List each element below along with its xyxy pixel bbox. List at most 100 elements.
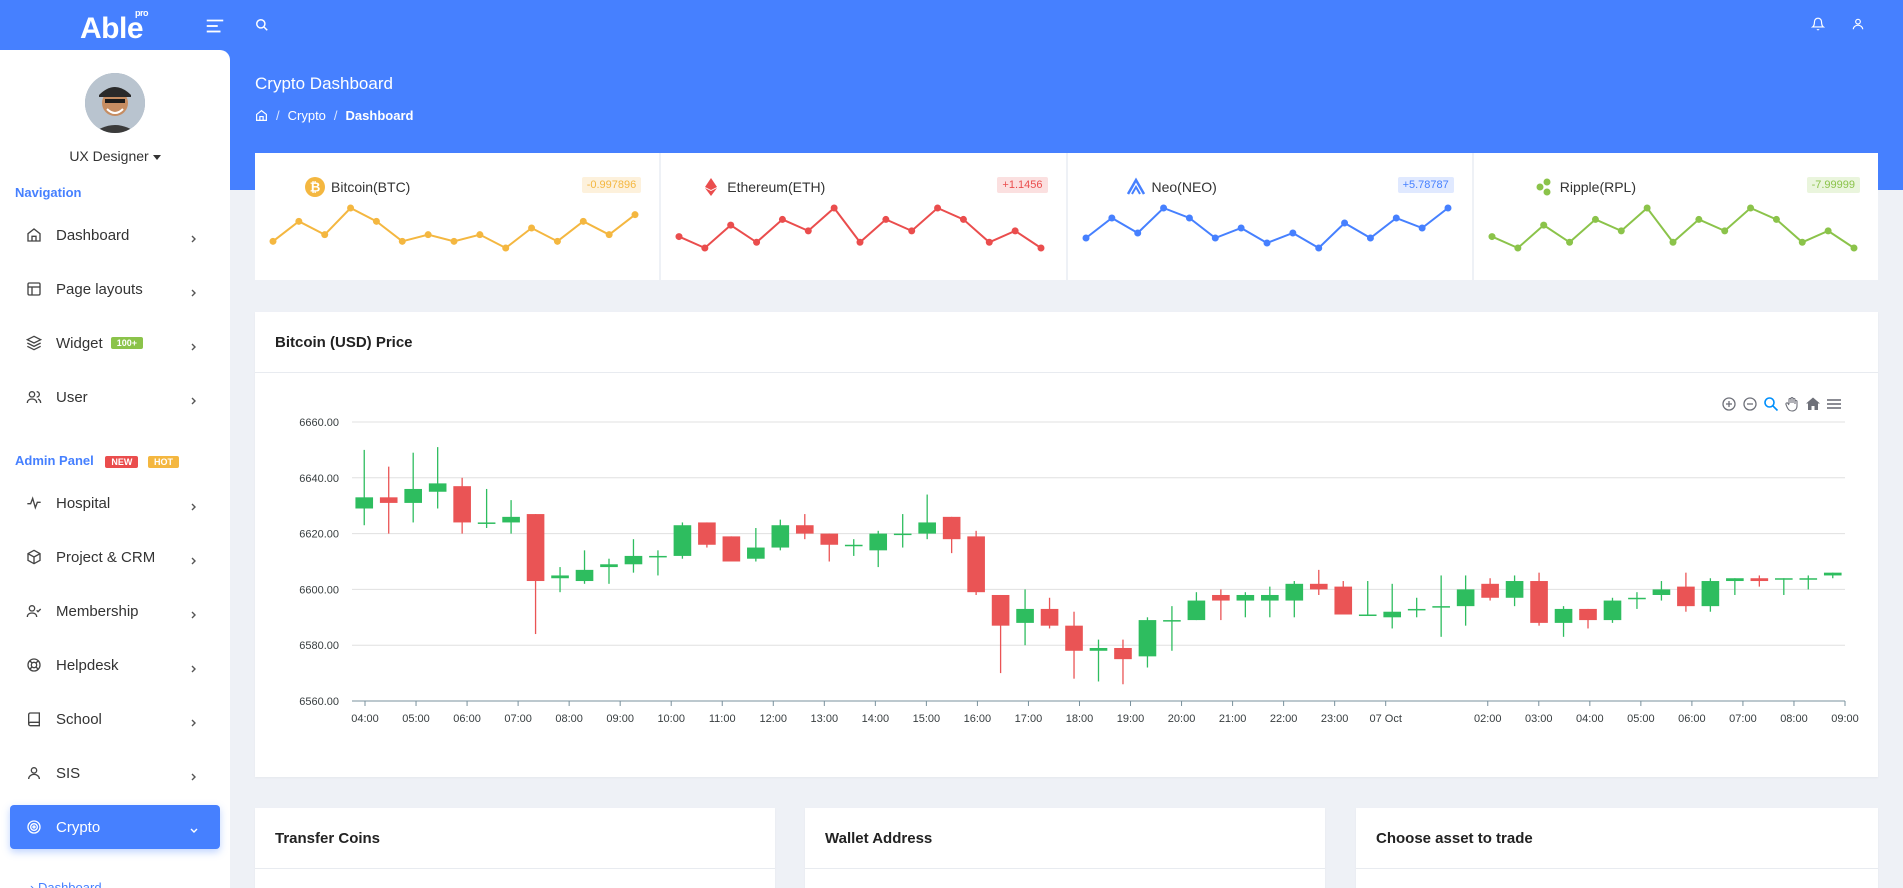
- candle-body[interactable]: [967, 536, 985, 593]
- candle-body[interactable]: [1334, 586, 1353, 615]
- sidebar-item-page-layouts[interactable]: Page layouts: [10, 267, 220, 311]
- candle-body[interactable]: [1163, 620, 1181, 622]
- candle-body[interactable]: [428, 483, 447, 492]
- candle-body[interactable]: [1432, 606, 1450, 608]
- candle-body[interactable]: [1481, 583, 1499, 598]
- candle-body[interactable]: [1114, 647, 1132, 660]
- candle-body[interactable]: [869, 533, 888, 551]
- candle-body[interactable]: [551, 575, 569, 579]
- sparkline-point: [398, 237, 406, 245]
- y-tick-label: 6620.00: [299, 529, 339, 541]
- candle-body[interactable]: [1040, 608, 1059, 626]
- sidebar-item-school[interactable]: School: [10, 697, 220, 741]
- candle-body[interactable]: [844, 544, 863, 547]
- sidebar-item-widget[interactable]: Widget 100+: [10, 321, 220, 365]
- sidebar-subitem-dashboard[interactable]: › Dashboard: [30, 880, 102, 888]
- candle-body[interactable]: [379, 497, 398, 503]
- avatar[interactable]: [85, 73, 145, 133]
- candle-body[interactable]: [1799, 578, 1818, 580]
- candle-body[interactable]: [1726, 578, 1744, 582]
- breadcrumb: / Crypto / Dashboard: [255, 108, 413, 123]
- candle-body[interactable]: [1065, 625, 1083, 651]
- candle-body[interactable]: [722, 536, 741, 562]
- candle-body[interactable]: [502, 516, 520, 523]
- candle-body[interactable]: [1212, 594, 1230, 601]
- candle-body[interactable]: [1677, 586, 1695, 607]
- bell-icon[interactable]: [1810, 17, 1826, 31]
- candle-body[interactable]: [918, 522, 936, 534]
- candle-body[interactable]: [1456, 589, 1475, 607]
- candle-body[interactable]: [649, 555, 667, 558]
- coin-card-eth[interactable]: Ethereum(ETH) +1.1456: [661, 153, 1068, 280]
- breadcrumb-crypto[interactable]: Crypto: [288, 108, 326, 123]
- candle-body[interactable]: [1628, 597, 1646, 600]
- candle-body[interactable]: [624, 555, 643, 565]
- x-tick-label: 19:00: [1117, 713, 1145, 725]
- candle-body[interactable]: [698, 522, 716, 545]
- candle-body[interactable]: [1652, 589, 1671, 595]
- candle-body[interactable]: [600, 564, 618, 568]
- sparkline-point: [1539, 221, 1547, 229]
- candle-body[interactable]: [1016, 608, 1034, 623]
- lifebuoy-icon: [26, 657, 42, 673]
- candle-body[interactable]: [1236, 594, 1255, 601]
- coin-name: Neo(NEO): [1126, 177, 1217, 197]
- candle-body[interactable]: [820, 533, 839, 545]
- candle-body[interactable]: [1138, 620, 1157, 657]
- candle-body[interactable]: [673, 525, 692, 556]
- candle-body[interactable]: [1383, 611, 1402, 618]
- y-tick-label: 6640.00: [299, 473, 339, 485]
- x-tick-label: 02:00: [1474, 713, 1502, 725]
- sidebar-item-hospital[interactable]: Hospital: [10, 481, 220, 525]
- candle-body[interactable]: [1407, 608, 1426, 611]
- sidebar-item-user[interactable]: User: [10, 375, 220, 419]
- candle-body[interactable]: [477, 522, 496, 524]
- candle-body[interactable]: [942, 516, 961, 540]
- candle-body[interactable]: [747, 547, 765, 559]
- candle-body[interactable]: [355, 497, 374, 509]
- candle-body[interactable]: [1775, 578, 1793, 580]
- x-tick-label: 07:00: [1729, 713, 1757, 725]
- brand-logo[interactable]: Able pro: [80, 8, 149, 46]
- candle-body[interactable]: [1187, 600, 1206, 621]
- svg-text:₿: ₿: [310, 180, 321, 195]
- sidebar-item-dashboard[interactable]: Dashboard: [10, 213, 220, 257]
- coin-card-rpl[interactable]: Ripple(RPL) -7.99999: [1473, 153, 1878, 280]
- sidebar-item-label: Crypto: [56, 818, 101, 836]
- candle-body[interactable]: [1358, 614, 1377, 617]
- candle-body[interactable]: [1579, 608, 1597, 621]
- x-tick-label: 08:00: [555, 713, 583, 725]
- candle-body[interactable]: [1750, 578, 1769, 582]
- sidebar-item-sis[interactable]: SIS: [10, 751, 220, 795]
- candle-body[interactable]: [1701, 581, 1720, 607]
- user-profile-icon[interactable]: [1851, 17, 1865, 31]
- candle-body[interactable]: [1554, 608, 1573, 623]
- candle-body[interactable]: [453, 486, 471, 523]
- candle-body[interactable]: [1505, 581, 1524, 598]
- candle-body[interactable]: [1089, 647, 1108, 651]
- candle-body[interactable]: [795, 525, 814, 534]
- candle-body[interactable]: [1285, 583, 1304, 601]
- candle-body[interactable]: [1603, 600, 1622, 621]
- candle-body[interactable]: [991, 594, 1010, 626]
- candle-body[interactable]: [1309, 583, 1328, 590]
- coin-card-neo[interactable]: Neo(NEO) +5.78787: [1067, 153, 1474, 280]
- card-divider: [805, 868, 1325, 869]
- sidebar-item-membership[interactable]: Membership: [10, 589, 220, 633]
- candle-body[interactable]: [1261, 594, 1279, 601]
- sidebar-toggle-icon[interactable]: [204, 15, 226, 37]
- sidebar-item-project-crm[interactable]: Project & CRM: [10, 535, 220, 579]
- coin-card-btc[interactable]: ₿ Bitcoin(BTC) -0.997896: [255, 153, 662, 280]
- search-icon[interactable]: [255, 18, 269, 32]
- candle-body[interactable]: [526, 514, 545, 582]
- candle-body[interactable]: [1530, 581, 1548, 623]
- sidebar-item-helpdesk[interactable]: Helpdesk: [10, 643, 220, 687]
- candle-body[interactable]: [575, 569, 594, 582]
- user-name-dropdown[interactable]: UX Designer: [0, 148, 230, 164]
- candle-body[interactable]: [1823, 572, 1842, 576]
- sidebar-item-crypto[interactable]: Crypto: [10, 805, 220, 849]
- candle-body[interactable]: [771, 525, 790, 548]
- candle-body[interactable]: [893, 533, 912, 536]
- home-icon[interactable]: [255, 109, 268, 122]
- candle-body[interactable]: [404, 488, 422, 503]
